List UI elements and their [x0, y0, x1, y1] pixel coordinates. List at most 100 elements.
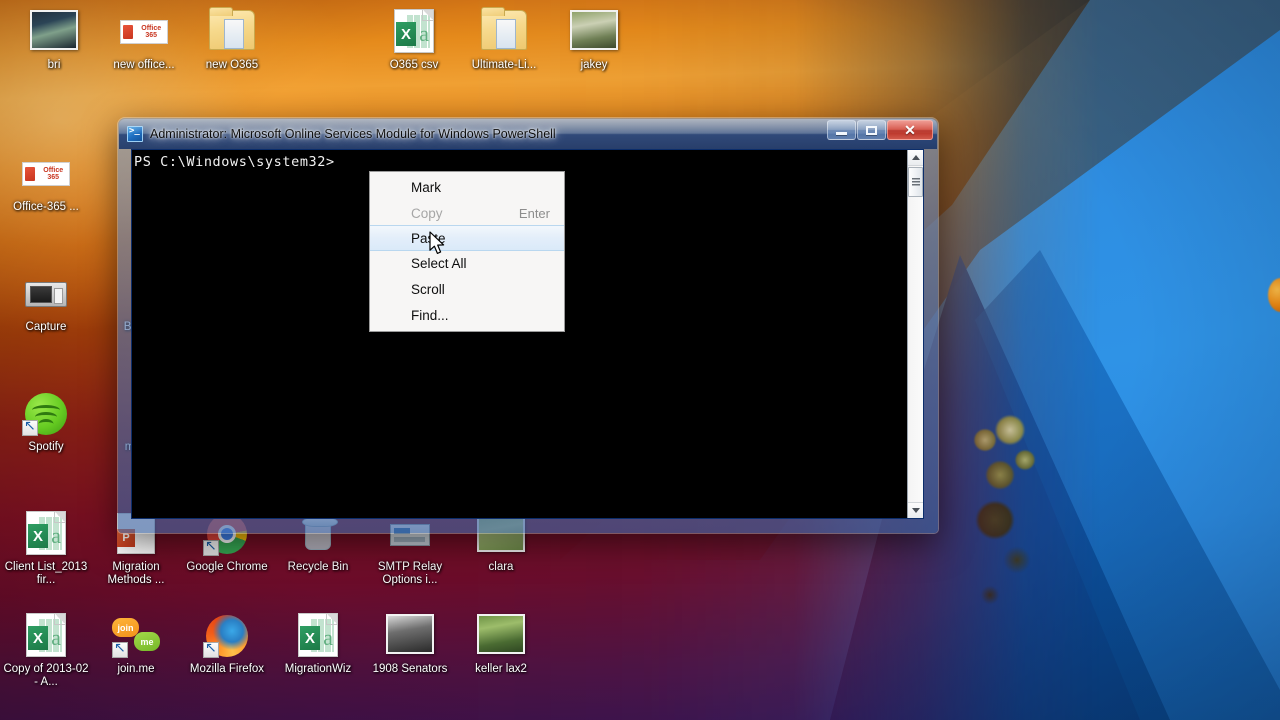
office365-icon: Office 365 — [120, 20, 168, 44]
capture-glyph — [22, 270, 70, 318]
context-menu-item-label: Find... — [411, 307, 449, 323]
desktop-icon-label: new office... — [113, 59, 175, 71]
desktop-icon-label: clara — [488, 561, 514, 573]
jakey-glyph — [570, 8, 618, 56]
shortcut-overlay-icon — [203, 538, 219, 556]
close-icon: ✕ — [904, 122, 916, 138]
context-menu-item-label: Scroll — [411, 281, 445, 297]
desktop-icon-label: new O365 — [205, 59, 259, 71]
desktop-icon-o365-csv[interactable]: Xa O365 csv — [368, 8, 460, 72]
context-menu-item-paste[interactable]: Paste — [370, 225, 564, 251]
context-menu-item-label: Select All — [411, 255, 467, 271]
join-me-glyph: join me — [112, 612, 160, 660]
window-controls: ✕ — [827, 120, 933, 140]
excel-file-icon: Xa — [394, 9, 434, 53]
scroll-down-button[interactable] — [908, 502, 923, 518]
desktop-icon-label: Office-365 ... — [13, 201, 79, 213]
desktop-icon-ultimate-li[interactable]: Ultimate-Li... — [458, 7, 550, 72]
powershell-icon — [127, 126, 143, 142]
desktop-icon-keller-lax2[interactable]: keller lax2 — [455, 612, 547, 676]
desktop-icon-label: Ultimate-Li... — [471, 59, 537, 71]
desktop-icon-new-office[interactable]: Office 365 new office... — [98, 8, 190, 72]
desktop-icon-new-o365[interactable]: new O365 — [186, 7, 278, 72]
senators-1908-glyph — [386, 612, 434, 660]
desktop-icon-label: MigrationWiz — [284, 663, 352, 675]
console-scrollbar[interactable] — [907, 150, 923, 518]
desktop-icon-label: Spotify — [28, 441, 64, 453]
mozilla-firefox-glyph — [203, 612, 251, 660]
copy-of-2013-glyph: Xa — [22, 612, 70, 660]
photo-thumbnail-icon — [30, 10, 78, 50]
excel-file-icon: Xa — [26, 613, 66, 657]
folder-icon — [209, 7, 255, 50]
context-menu-item-mark[interactable]: Mark — [370, 174, 564, 200]
scroll-up-button[interactable] — [908, 150, 923, 166]
desktop[interactable]: bri Office 365 new office... new O365 Xa O365… — [0, 0, 1280, 720]
new-office-glyph: Office 365 — [120, 8, 168, 56]
excel-file-icon: Xa — [26, 511, 66, 555]
context-menu-item-label: Mark — [411, 179, 441, 195]
desktop-icon-label: Mozilla Firefox — [189, 663, 265, 675]
context-menu-item-scroll[interactable]: Scroll — [370, 276, 564, 302]
scrollbar-grip-icon — [911, 177, 920, 187]
photo-thumbnail-icon — [477, 614, 525, 654]
new-o365-glyph — [208, 7, 256, 56]
desktop-icon-migrationwiz[interactable]: Xa MigrationWiz — [272, 612, 364, 676]
shortcut-overlay-icon — [22, 418, 38, 436]
desktop-icon-label: 1908 Senators — [372, 663, 448, 675]
context-menu-item-label: Paste — [411, 230, 446, 246]
desktop-icon-label: join.me — [117, 663, 155, 675]
console-prompt-line: PS C:\Windows\system32> — [134, 154, 335, 170]
desktop-icon-label: keller lax2 — [475, 663, 527, 675]
desktop-icon-spotify[interactable]: Spotify — [0, 390, 92, 454]
maximize-button[interactable] — [857, 120, 886, 140]
desktop-icon-capture[interactable]: Capture — [0, 270, 92, 334]
minimize-icon — [836, 132, 847, 135]
desktop-icon-client-list[interactable]: Xa Client List_2013 fir... — [0, 510, 92, 587]
chevron-down-icon — [911, 508, 920, 513]
photo-thumbnail-icon — [386, 614, 434, 654]
console-context-menu[interactable]: Mark Copy Enter Paste Select All Scroll Find..… — [369, 171, 565, 332]
close-button[interactable]: ✕ — [887, 120, 933, 140]
printer-icon — [25, 282, 67, 307]
context-menu-item-label: Copy — [411, 205, 443, 221]
desktop-icon-join-me[interactable]: joinme join.me — [90, 612, 182, 676]
shortcut-overlay-icon — [112, 640, 128, 658]
window-titlebar[interactable]: Administrator: Microsoft Online Services… — [119, 119, 937, 149]
context-menu-item-select-all[interactable]: Select All — [370, 250, 564, 276]
shortcut-overlay-icon — [203, 640, 219, 658]
desktop-icon-label: Recycle Bin — [287, 561, 349, 573]
migrationwiz-glyph: Xa — [294, 612, 342, 660]
desktop-icon-label: SMTP Relay Options i... — [377, 561, 443, 586]
o365-csv-glyph: Xa — [390, 8, 438, 56]
desktop-icon-bri[interactable]: bri — [8, 8, 100, 72]
desktop-icon-senators-1908[interactable]: 1908 Senators — [364, 612, 456, 676]
folder-icon — [481, 7, 527, 50]
office-365-glyph: Office 365 — [22, 150, 70, 198]
chevron-up-icon — [911, 155, 920, 160]
keller-lax2-glyph — [477, 612, 525, 660]
photo-thumbnail-icon — [570, 10, 618, 50]
desktop-icon-label: bri — [47, 59, 61, 71]
context-menu-item-find[interactable]: Find... — [370, 302, 564, 328]
desktop-icon-mozilla-firefox[interactable]: Mozilla Firefox — [181, 612, 273, 676]
maximize-icon — [866, 125, 877, 135]
desktop-icon-label: Google Chrome — [186, 561, 268, 573]
minimize-button[interactable] — [827, 120, 856, 140]
desktop-icon-office-365[interactable]: Office 365 Office-365 ... — [0, 150, 92, 214]
desktop-icon-copy-of-2013[interactable]: Xa Copy of 2013-02 - A... — [0, 612, 92, 689]
scrollbar-thumb[interactable] — [908, 167, 923, 197]
desktop-icon-label: jakey — [580, 59, 608, 71]
window-title: Administrator: Microsoft Online Services… — [150, 127, 556, 141]
office365-icon: Office 365 — [22, 162, 70, 186]
context-menu-item-shortcut: Enter — [518, 205, 550, 221]
ultimate-li-glyph — [480, 7, 528, 56]
context-menu-item-copy: Copy Enter — [370, 200, 564, 226]
excel-file-icon: Xa — [298, 613, 338, 657]
desktop-icon-label: Migration Methods ... — [107, 561, 165, 586]
desktop-icon-label: Capture — [25, 321, 67, 333]
desktop-icon-label: Client List_2013 fir... — [4, 561, 88, 586]
client-list-glyph: Xa — [22, 510, 70, 558]
desktop-icon-jakey[interactable]: jakey — [548, 8, 640, 72]
desktop-icon-label: Copy of 2013-02 - A... — [3, 663, 89, 688]
